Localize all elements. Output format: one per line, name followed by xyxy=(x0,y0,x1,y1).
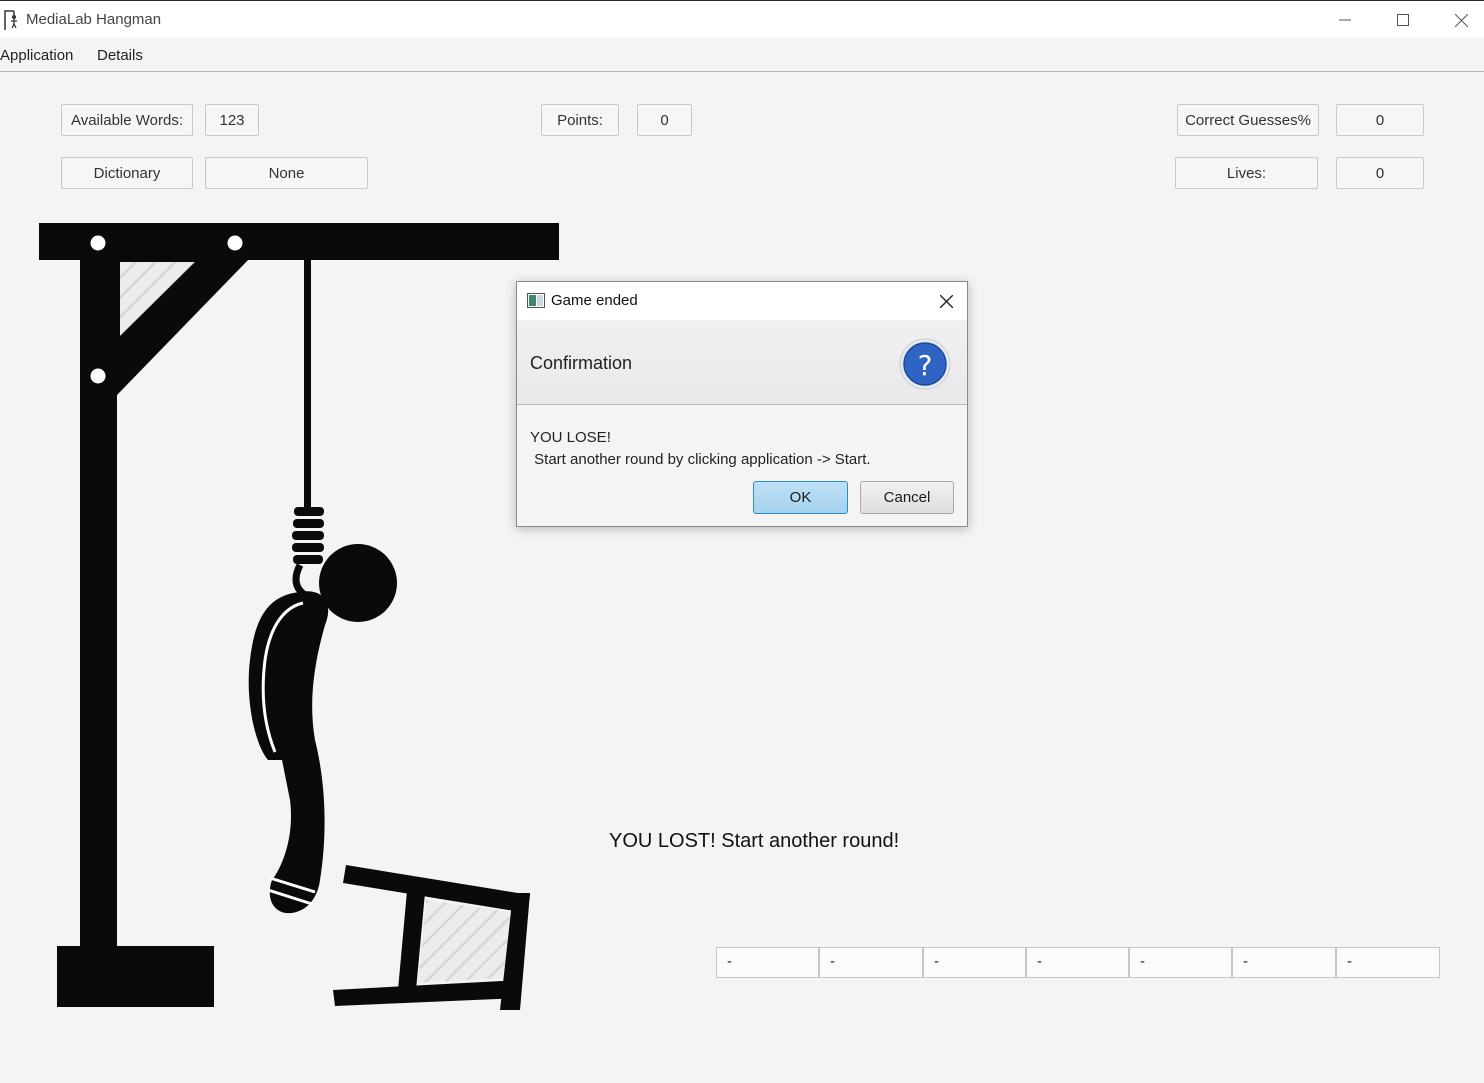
dialog-header-text: Confirmation xyxy=(530,353,633,373)
letter-slot: - xyxy=(716,947,819,978)
cancel-button[interactable]: Cancel xyxy=(860,481,954,514)
maximize-button[interactable] xyxy=(1374,1,1432,39)
minimize-button[interactable] xyxy=(1316,1,1374,39)
lives-label: Lives: xyxy=(1175,157,1318,189)
ok-button[interactable]: OK xyxy=(753,481,848,514)
letter-slot: - xyxy=(1232,947,1336,978)
dialog-title: Game ended xyxy=(551,292,638,309)
points-value: 0 xyxy=(637,104,692,136)
letter-slot: - xyxy=(1129,947,1232,978)
window-titlebar: MediaLab Hangman xyxy=(0,0,1484,39)
points-label: Points: xyxy=(541,104,619,136)
question-icon: ? xyxy=(899,338,951,390)
dialog-content-line1: YOU LOSE! xyxy=(530,429,611,446)
dialog-titlebar: Game ended xyxy=(517,282,967,320)
maximize-icon xyxy=(1397,14,1409,26)
close-window-button[interactable] xyxy=(1432,1,1484,39)
correct-guesses-label: Correct Guesses% xyxy=(1177,104,1319,136)
lives-value: 0 xyxy=(1336,157,1424,189)
window-title: MediaLab Hangman xyxy=(26,11,162,28)
dialog-close-button[interactable] xyxy=(933,288,959,314)
available-words-value: 123 xyxy=(205,104,259,136)
correct-guesses-value: 0 xyxy=(1336,104,1424,136)
letter-slot: - xyxy=(923,947,1026,978)
window-icon xyxy=(527,293,545,308)
dictionary-value: None xyxy=(205,157,368,189)
status-message: YOU LOST! Start another round! xyxy=(609,830,900,852)
dialog-content-line2: Start another round by clicking applicat… xyxy=(530,451,871,468)
game-ended-dialog: Game ended Confirmation ? YOU LOSE! Star… xyxy=(516,281,968,527)
available-words-label: Available Words: xyxy=(61,104,193,136)
menu-application[interactable]: Application xyxy=(0,47,73,64)
close-icon xyxy=(1454,13,1468,27)
dialog-header: Confirmation ? xyxy=(517,320,967,405)
hangman-illustration xyxy=(39,223,559,1010)
close-icon xyxy=(939,294,953,308)
letter-slot: - xyxy=(1026,947,1129,978)
dictionary-label: Dictionary xyxy=(61,157,193,189)
letter-slot: - xyxy=(1336,947,1440,978)
minimize-icon xyxy=(1339,19,1351,21)
hangman-app-icon xyxy=(4,10,17,30)
dialog-content: YOU LOSE! Start another round by clickin… xyxy=(530,427,871,471)
letter-slot: - xyxy=(819,947,923,978)
svg-text:?: ? xyxy=(918,349,933,382)
menu-details[interactable]: Details xyxy=(97,47,143,64)
menu-bar: Application Details xyxy=(0,38,1484,72)
